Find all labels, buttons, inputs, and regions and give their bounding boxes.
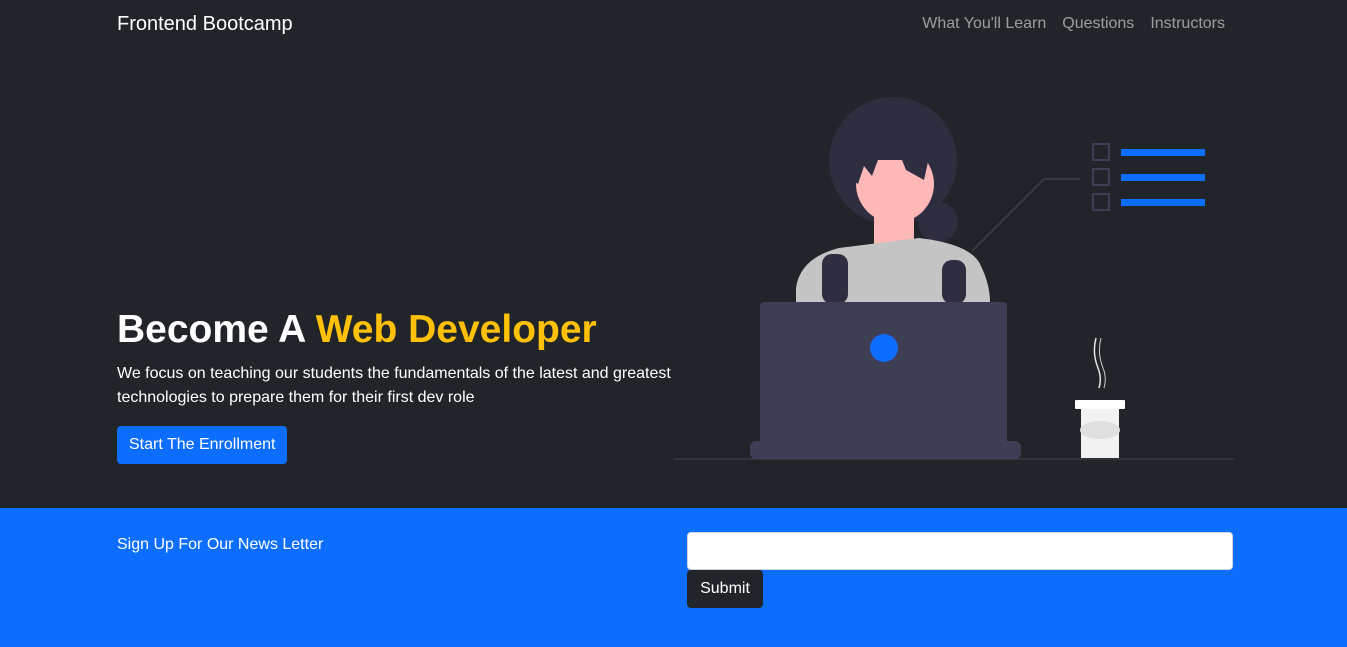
newsletter-email-input[interactable] [687,532,1233,570]
coffee-cup-icon [1075,337,1125,458]
submit-button[interactable]: Submit [687,570,763,608]
hero-title-accent: Web Developer [315,308,597,351]
checklist-icon [1092,143,1205,211]
hero-title: Become A Web Developer [117,306,687,354]
hero-description: We focus on teaching our students the fu… [117,365,671,406]
laptop-icon [750,302,1021,459]
hero-text: Become A Web Developer We focus on teach… [117,306,687,464]
navbar: Frontend Bootcamp What You'll Learn Ques… [0,0,1347,48]
person-icon [796,97,990,304]
hero-title-prefix: Become A [117,308,305,351]
newsletter-label: Sign Up For Our News Letter [117,536,324,553]
woman-at-laptop-illustration [674,97,1234,460]
nav-link-instructors[interactable]: Instructors [1150,14,1225,34]
nav-links: What You'll Learn Questions Instructors [922,14,1225,34]
nav-link-questions[interactable]: Questions [1062,14,1134,34]
connector-line [971,178,1080,252]
newsletter-section: Sign Up For Our News Letter Submit [0,508,1347,647]
brand-link[interactable]: Frontend Bootcamp [117,12,293,36]
nav-link-learn[interactable]: What You'll Learn [922,14,1046,34]
start-enrollment-button[interactable]: Start The Enrollment [117,426,288,464]
logo-dot-icon [870,334,898,362]
